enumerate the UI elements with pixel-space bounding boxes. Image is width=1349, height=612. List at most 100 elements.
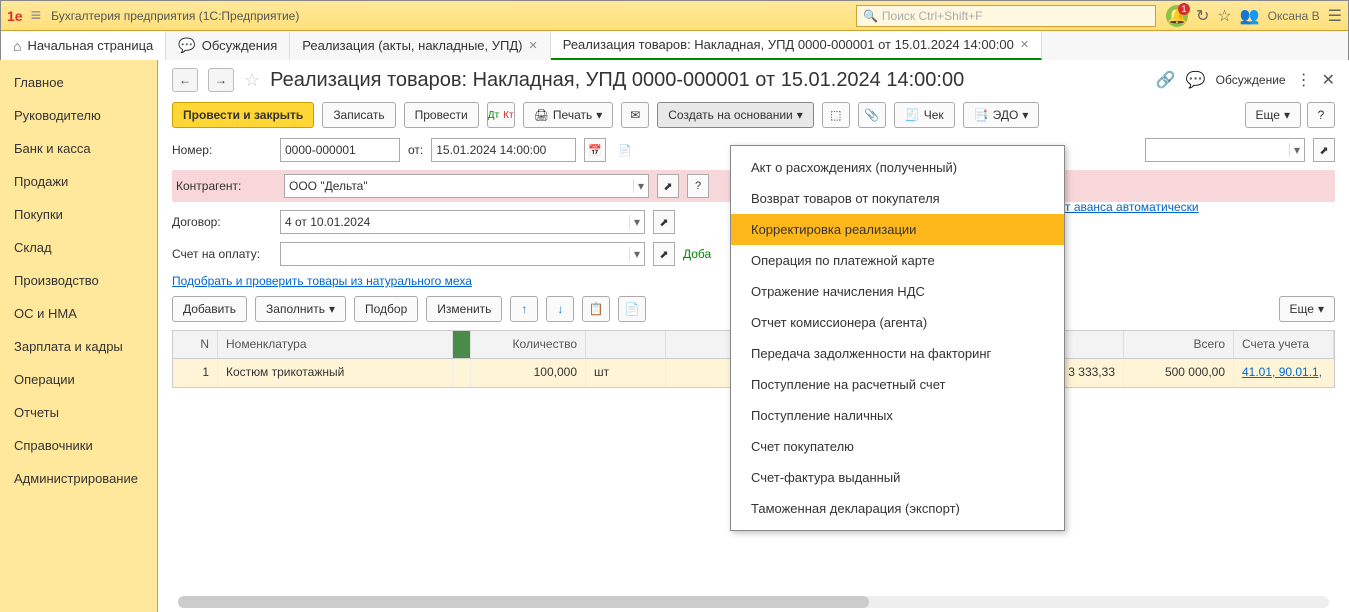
mail-button[interactable]: ✉ — [621, 102, 649, 128]
dd-discrepancy-act[interactable]: Акт о расхождениях (полученный) — [731, 152, 1064, 183]
invoice-input[interactable]: ▾ — [280, 242, 645, 266]
history-icon[interactable]: ↻ — [1196, 6, 1209, 26]
org-input[interactable]: ▾ — [1145, 138, 1305, 162]
dd-customs-declaration[interactable]: Таможенная декларация (экспорт) — [731, 493, 1064, 524]
col-quantity[interactable]: Количество — [471, 331, 586, 358]
post-close-button[interactable]: Провести и закрыть — [172, 102, 314, 128]
status-icon: 📄 — [614, 138, 636, 162]
save-button[interactable]: Записать — [322, 102, 395, 128]
favorite-icon[interactable]: ☆ — [244, 70, 260, 91]
fill-button[interactable]: Заполнить ▾ — [255, 296, 346, 322]
tab-realization-list[interactable]: Реализация (акты, накладные, УПД) ✕ — [290, 31, 550, 60]
select-button[interactable]: Подбор — [354, 296, 418, 322]
sidebar-item-stock[interactable]: Склад — [0, 231, 157, 264]
move-down-button[interactable]: ↓ — [546, 296, 574, 322]
help-button[interactable]: ? — [1307, 102, 1335, 128]
forward-button[interactable]: → — [208, 68, 234, 92]
print-button[interactable]: 🖨 Печать ▾ — [523, 102, 614, 128]
dd-commissioner-report[interactable]: Отчет комиссионера (агента) — [731, 307, 1064, 338]
move-up-button[interactable]: ↑ — [510, 296, 538, 322]
attach-button[interactable]: 📎 — [858, 102, 886, 128]
dd-return-goods[interactable]: Возврат товаров от покупателя — [731, 183, 1064, 214]
related-button[interactable]: ⬚ — [822, 102, 850, 128]
tab-home[interactable]: ⌂ Начальная страница — [1, 31, 166, 60]
advance-link[interactable]: т аванса автоматически — [1065, 200, 1199, 214]
toolbar: Провести и закрыть Записать Провести ДтК… — [172, 102, 1335, 128]
more-icon[interactable]: ⋮ — [1296, 70, 1312, 90]
open-contract-button[interactable]: ⬈ — [653, 210, 675, 234]
counterparty-input[interactable]: ООО "Дельта"▾ — [284, 174, 649, 198]
copy-button[interactable]: 📋 — [582, 296, 610, 322]
number-label: Номер: — [172, 143, 272, 157]
chat-icon: 💬 — [178, 37, 195, 54]
accounts-link[interactable]: 41.01, 90.01.1, — [1242, 365, 1322, 379]
open-counterparty-button[interactable]: ⬈ — [657, 174, 679, 198]
user-icon[interactable]: 👥 — [1240, 6, 1260, 26]
search-icon: 🔍 — [863, 9, 878, 23]
settings-icon[interactable]: ☰ — [1328, 6, 1342, 26]
sidebar-item-purchase[interactable]: Покупки — [0, 198, 157, 231]
dd-customer-invoice[interactable]: Счет покупателю — [731, 431, 1064, 462]
date-input[interactable]: 15.01.2024 14:00:00 — [431, 138, 576, 162]
bell-icon[interactable]: 🔔 — [1166, 5, 1188, 27]
paste-button[interactable]: 📄 — [618, 296, 646, 322]
create-based-button[interactable]: Создать на основании ▾ — [657, 102, 814, 128]
open-invoice-button[interactable]: ⬈ — [653, 242, 675, 266]
sidebar-item-bank[interactable]: Банк и касса — [0, 132, 157, 165]
tab-discussions[interactable]: 💬 Обсуждения — [166, 31, 290, 60]
sidebar-item-main[interactable]: Главное — [0, 66, 157, 99]
check-button[interactable]: 🧾 Чек — [894, 102, 955, 128]
titlebar: 1e ≡ Бухгалтерия предприятия (1С:Предпри… — [1, 1, 1348, 31]
dd-bank-receipt[interactable]: Поступление на расчетный счет — [731, 369, 1064, 400]
sidebar-item-manager[interactable]: Руководителю — [0, 99, 157, 132]
col-total[interactable]: Всего — [1124, 331, 1234, 358]
link-icon[interactable]: 🔗 — [1156, 70, 1176, 90]
menu-icon[interactable]: ≡ — [31, 5, 42, 26]
contract-input[interactable]: 4 от 10.01.2024▾ — [280, 210, 645, 234]
more-button[interactable]: Еще ▾ — [1245, 102, 1301, 128]
col-nomenclature[interactable]: Номенклатура — [218, 331, 453, 358]
edo-button[interactable]: 📑 ЭДО ▾ — [963, 102, 1040, 128]
dd-correction[interactable]: Корректировка реализации — [731, 214, 1064, 245]
calendar-button[interactable]: 📅 — [584, 138, 606, 162]
open-button[interactable]: ⬈ — [1313, 138, 1335, 162]
fur-link[interactable]: Подобрать и проверить товары из натураль… — [172, 274, 472, 288]
discuss-label[interactable]: Обсуждение — [1216, 73, 1286, 87]
dd-card-operation[interactable]: Операция по платежной карте — [731, 245, 1064, 276]
counterparty-help-button[interactable]: ? — [687, 174, 709, 198]
close-icon[interactable]: ✕ — [529, 39, 538, 52]
back-button[interactable]: ← — [172, 68, 198, 92]
search-input[interactable]: 🔍 Поиск Ctrl+Shift+F — [856, 5, 1156, 27]
sidebar-item-reports[interactable]: Отчеты — [0, 396, 157, 429]
page-title: Реализация товаров: Накладная, УПД 0000-… — [270, 69, 964, 92]
change-button[interactable]: Изменить — [426, 296, 502, 322]
user-name[interactable]: Оксана В — [1268, 9, 1320, 23]
discuss-icon[interactable]: 💬 — [1186, 70, 1206, 90]
h-scrollbar[interactable] — [178, 596, 1329, 608]
add-row-button[interactable]: Добавить — [172, 296, 247, 322]
col-accounts[interactable]: Счета учета — [1234, 331, 1334, 358]
sidebar-item-assets[interactable]: ОС и НМА — [0, 297, 157, 330]
add-link[interactable]: Доба — [683, 247, 711, 261]
col-n[interactable]: N — [173, 331, 218, 358]
app-logo: 1e — [7, 8, 23, 24]
dd-vat-accrual[interactable]: Отражение начисления НДС — [731, 276, 1064, 307]
counterparty-label: Контрагент: — [176, 179, 276, 193]
sidebar-item-sales[interactable]: Продажи — [0, 165, 157, 198]
dt-kt-button[interactable]: ДтКт — [487, 102, 515, 128]
dd-factoring[interactable]: Передача задолженности на факторинг — [731, 338, 1064, 369]
close-panel-icon[interactable]: ✕ — [1322, 70, 1335, 90]
number-input[interactable]: 0000-000001 — [280, 138, 400, 162]
sidebar-item-admin[interactable]: Администрирование — [0, 462, 157, 495]
sidebar-item-payroll[interactable]: Зарплата и кадры — [0, 330, 157, 363]
dd-cash-receipt[interactable]: Поступление наличных — [731, 400, 1064, 431]
dd-invoice-issued[interactable]: Счет-фактура выданный — [731, 462, 1064, 493]
sidebar-item-operations[interactable]: Операции — [0, 363, 157, 396]
tab-realization-doc[interactable]: Реализация товаров: Накладная, УПД 0000-… — [551, 31, 1042, 60]
sub-more-button[interactable]: Еще ▾ — [1279, 296, 1335, 322]
post-button[interactable]: Провести — [404, 102, 479, 128]
close-icon[interactable]: ✕ — [1020, 38, 1029, 51]
sidebar-item-production[interactable]: Производство — [0, 264, 157, 297]
sidebar-item-catalogs[interactable]: Справочники — [0, 429, 157, 462]
star-icon[interactable]: ☆ — [1217, 6, 1231, 26]
